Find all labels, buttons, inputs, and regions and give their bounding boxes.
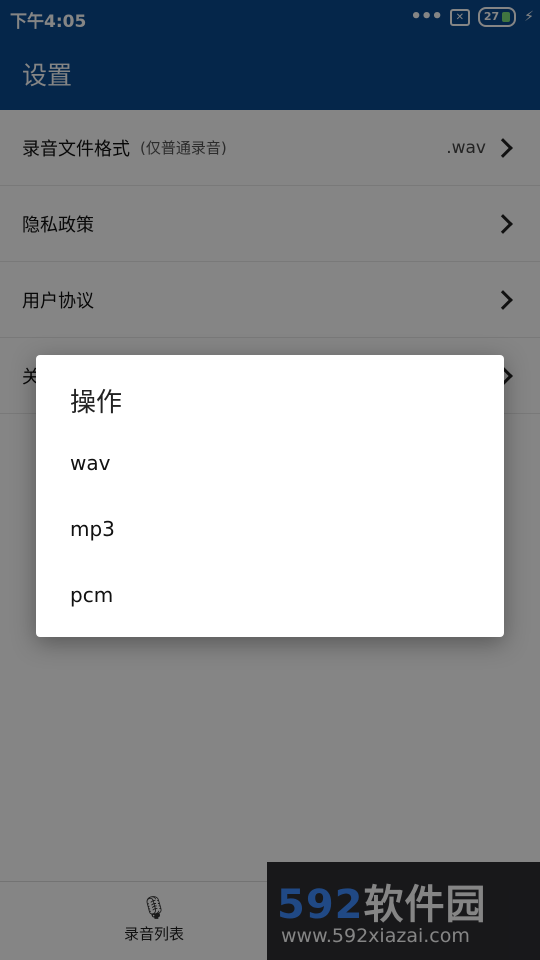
format-dialog: 操作 wav mp3 pcm	[36, 355, 504, 637]
app-root: 下午4:05 ••• ✕ 27 ⚡ 设置 录音文件格式 (仅普通录音) .wav…	[0, 0, 540, 960]
dialog-title: 操作	[70, 388, 123, 418]
dialog-option-wav[interactable]: wav	[70, 451, 110, 475]
dialog-option-mp3[interactable]: mp3	[70, 517, 115, 541]
dialog-option-pcm[interactable]: pcm	[70, 583, 113, 607]
